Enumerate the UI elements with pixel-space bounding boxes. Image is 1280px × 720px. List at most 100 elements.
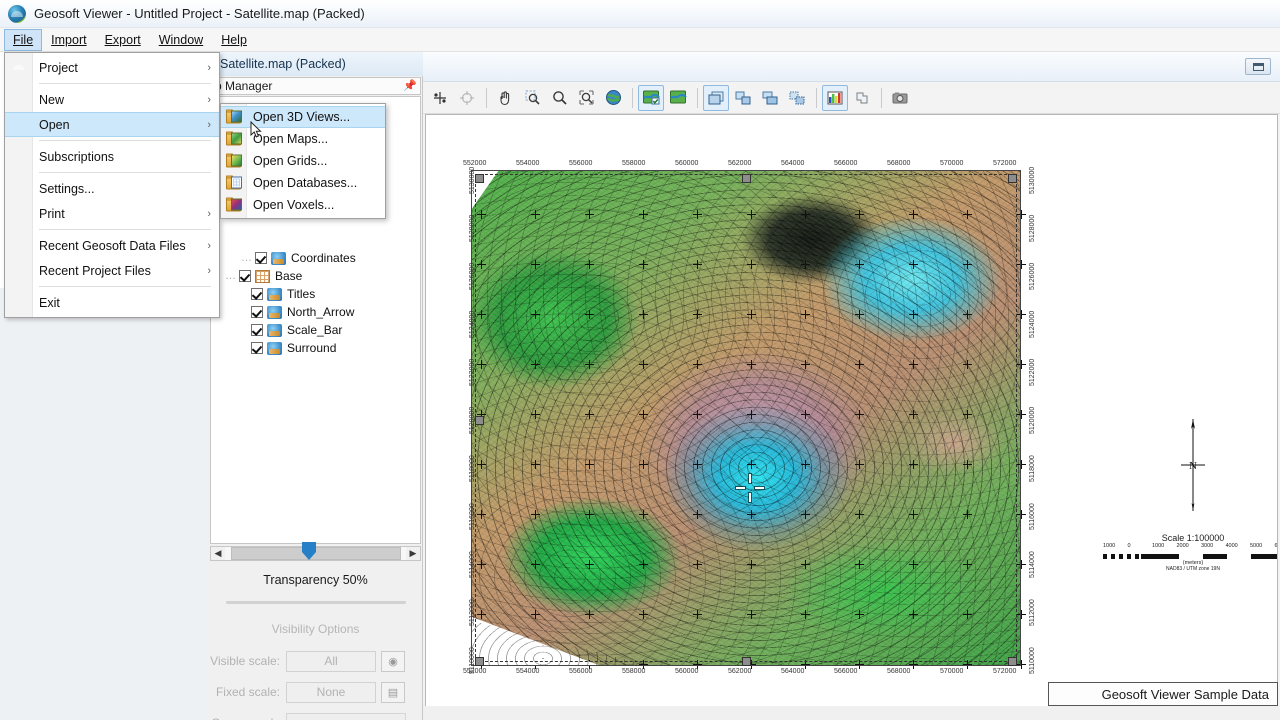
tree-row[interactable]: … Coordinates (211, 249, 420, 267)
map-y-tick-label: 5120000 (469, 406, 476, 434)
menu-separator (39, 172, 211, 173)
menu-item-subscriptions[interactable]: Subscriptions (5, 144, 219, 169)
group-mask-select[interactable]: ▾ (286, 713, 406, 720)
menu-item-recent-project-files[interactable]: Recent Project Files › (5, 258, 219, 283)
crosshair-cursor-icon (736, 474, 764, 502)
visible-scale-row: Visible scale: All ◉ (208, 649, 423, 673)
menu-item-project[interactable]: Project › (5, 55, 219, 80)
window-arrange-icon[interactable] (784, 85, 810, 111)
view-group-icon (267, 287, 282, 301)
zoom-out-icon[interactable] (573, 85, 599, 111)
folder-3d-views-icon (226, 109, 243, 125)
menu-help[interactable]: Help (212, 29, 256, 51)
geosoft-logo-icon (10, 59, 28, 77)
submenu-item-open-3d-views[interactable]: Open 3D Views... (221, 106, 385, 128)
map-edge-handle[interactable] (742, 657, 751, 666)
menu-item-open[interactable]: Open › (5, 112, 219, 137)
scale-lock-icon[interactable]: ▤ (381, 681, 405, 703)
menu-item-print[interactable]: Print › (5, 201, 219, 226)
document-tab-satellite-map[interactable]: Satellite.map (Packed) (208, 57, 346, 71)
arrow-select-icon[interactable] (427, 85, 453, 111)
menu-import-label: Import (51, 32, 87, 47)
map-corner-handle[interactable] (1008, 174, 1017, 183)
menu-item-label: Open (39, 117, 70, 132)
fixed-scale-label: Fixed scale: (215, 685, 280, 699)
folder-databases-icon (226, 175, 243, 191)
window-cascade-icon[interactable] (757, 85, 783, 111)
tree-row[interactable]: … Base (211, 267, 420, 285)
map-x-tick-label: 570000 (940, 160, 964, 167)
tree-checkbox[interactable] (251, 306, 263, 318)
menu-item-new[interactable]: New › (5, 87, 219, 112)
tree-checkbox[interactable] (251, 342, 263, 354)
map-edge-handle[interactable] (742, 174, 751, 183)
menu-item-label: New (39, 92, 65, 107)
tree-row[interactable]: Titles (211, 285, 420, 303)
chevron-right-icon[interactable]: ▶ (406, 547, 420, 560)
bottom-strip (423, 706, 1280, 720)
tree-row[interactable]: Surround (211, 339, 420, 357)
map-y-tick-label: 5116000 (1029, 503, 1036, 530)
color-bar-icon[interactable] (822, 84, 848, 111)
submenu-item-label: Open Grids... (253, 154, 328, 168)
visible-scale-input[interactable]: All (286, 650, 376, 672)
tree-checkbox[interactable] (239, 270, 251, 282)
submenu-item-open-grids[interactable]: Open Grids... (221, 150, 385, 172)
window-tile-icon[interactable] (730, 85, 756, 111)
map-canvas[interactable]: 552000 554000 556000 558000 560000 562000 5640… (425, 114, 1278, 718)
eye-icon[interactable]: ◉ (381, 650, 405, 672)
pin-icon[interactable]: 📌 (403, 80, 417, 93)
submenu-item-open-voxels[interactable]: Open Voxels... (221, 194, 385, 216)
tree-row[interactable]: North_Arrow (211, 303, 420, 321)
group-mask-row: Group mask: ▾ (208, 711, 423, 720)
chevron-right-icon: › (207, 239, 211, 252)
menu-separator (39, 140, 211, 141)
menu-item-settings[interactable]: Settings... (5, 176, 219, 201)
magnifier-icon[interactable] (546, 85, 572, 111)
menu-item-exit[interactable]: Exit (5, 290, 219, 315)
camera-icon[interactable] (887, 85, 913, 111)
menu-item-label: Settings... (39, 181, 95, 196)
submenu-item-open-databases[interactable]: Open Databases... (221, 172, 385, 194)
map-x-tick-label: 566000 (834, 160, 858, 167)
hand-icon[interactable] (492, 85, 518, 111)
menu-export[interactable]: Export (96, 29, 150, 51)
tree-checkbox[interactable] (251, 288, 263, 300)
geosoft-logo-icon (8, 4, 26, 23)
tree-row[interactable]: Scale_Bar (211, 321, 420, 339)
crosshair-icon[interactable] (454, 85, 480, 111)
fixed-scale-input[interactable]: None (286, 681, 376, 703)
map-edge-handle[interactable] (475, 416, 484, 425)
window-titlebar: Geosoft Viewer - Untitled Project - Sate… (0, 0, 1280, 28)
map-icon[interactable] (665, 85, 691, 111)
map-y-tick-label: 5122000 (1029, 358, 1036, 386)
transparency-slider-thumb[interactable] (302, 542, 316, 560)
menu-window[interactable]: Window (150, 29, 212, 51)
map-corner-handle[interactable] (475, 174, 484, 183)
map-x-tick-label: 556000 (569, 668, 593, 675)
window-single-icon[interactable] (703, 84, 729, 111)
chevron-left-icon[interactable]: ◀ (211, 547, 225, 560)
map-check-icon[interactable] (638, 84, 664, 111)
chevron-right-icon: › (207, 118, 211, 131)
map-document-titlebar (423, 52, 1280, 82)
map-y-tick-label: 5116000 (469, 503, 476, 530)
map-y-tick-label: 5120000 (1029, 406, 1036, 434)
map-x-tick-label: 564000 (781, 160, 805, 167)
menu-separator (39, 286, 211, 287)
tree-checkbox[interactable] (251, 324, 263, 336)
menu-file[interactable]: File (4, 28, 43, 51)
folder-voxels-icon (226, 197, 243, 213)
zoom-rect-icon[interactable] (519, 85, 545, 111)
add-shape-icon[interactable] (849, 85, 875, 111)
transparency-slider-track[interactable] (226, 601, 406, 604)
submenu-item-open-maps[interactable]: Open Maps... (221, 128, 385, 150)
tree-checkbox[interactable] (255, 252, 267, 264)
menu-item-recent-geosoft-data-files[interactable]: Recent Geosoft Data Files › (5, 233, 219, 258)
restore-window-icon[interactable] (1245, 58, 1271, 75)
map-corner-handle[interactable] (1008, 657, 1017, 666)
scrollbar-thumb[interactable] (231, 547, 401, 560)
menu-import[interactable]: Import (42, 29, 95, 51)
map-corner-handle[interactable] (475, 657, 484, 666)
globe-icon[interactable] (600, 85, 626, 111)
